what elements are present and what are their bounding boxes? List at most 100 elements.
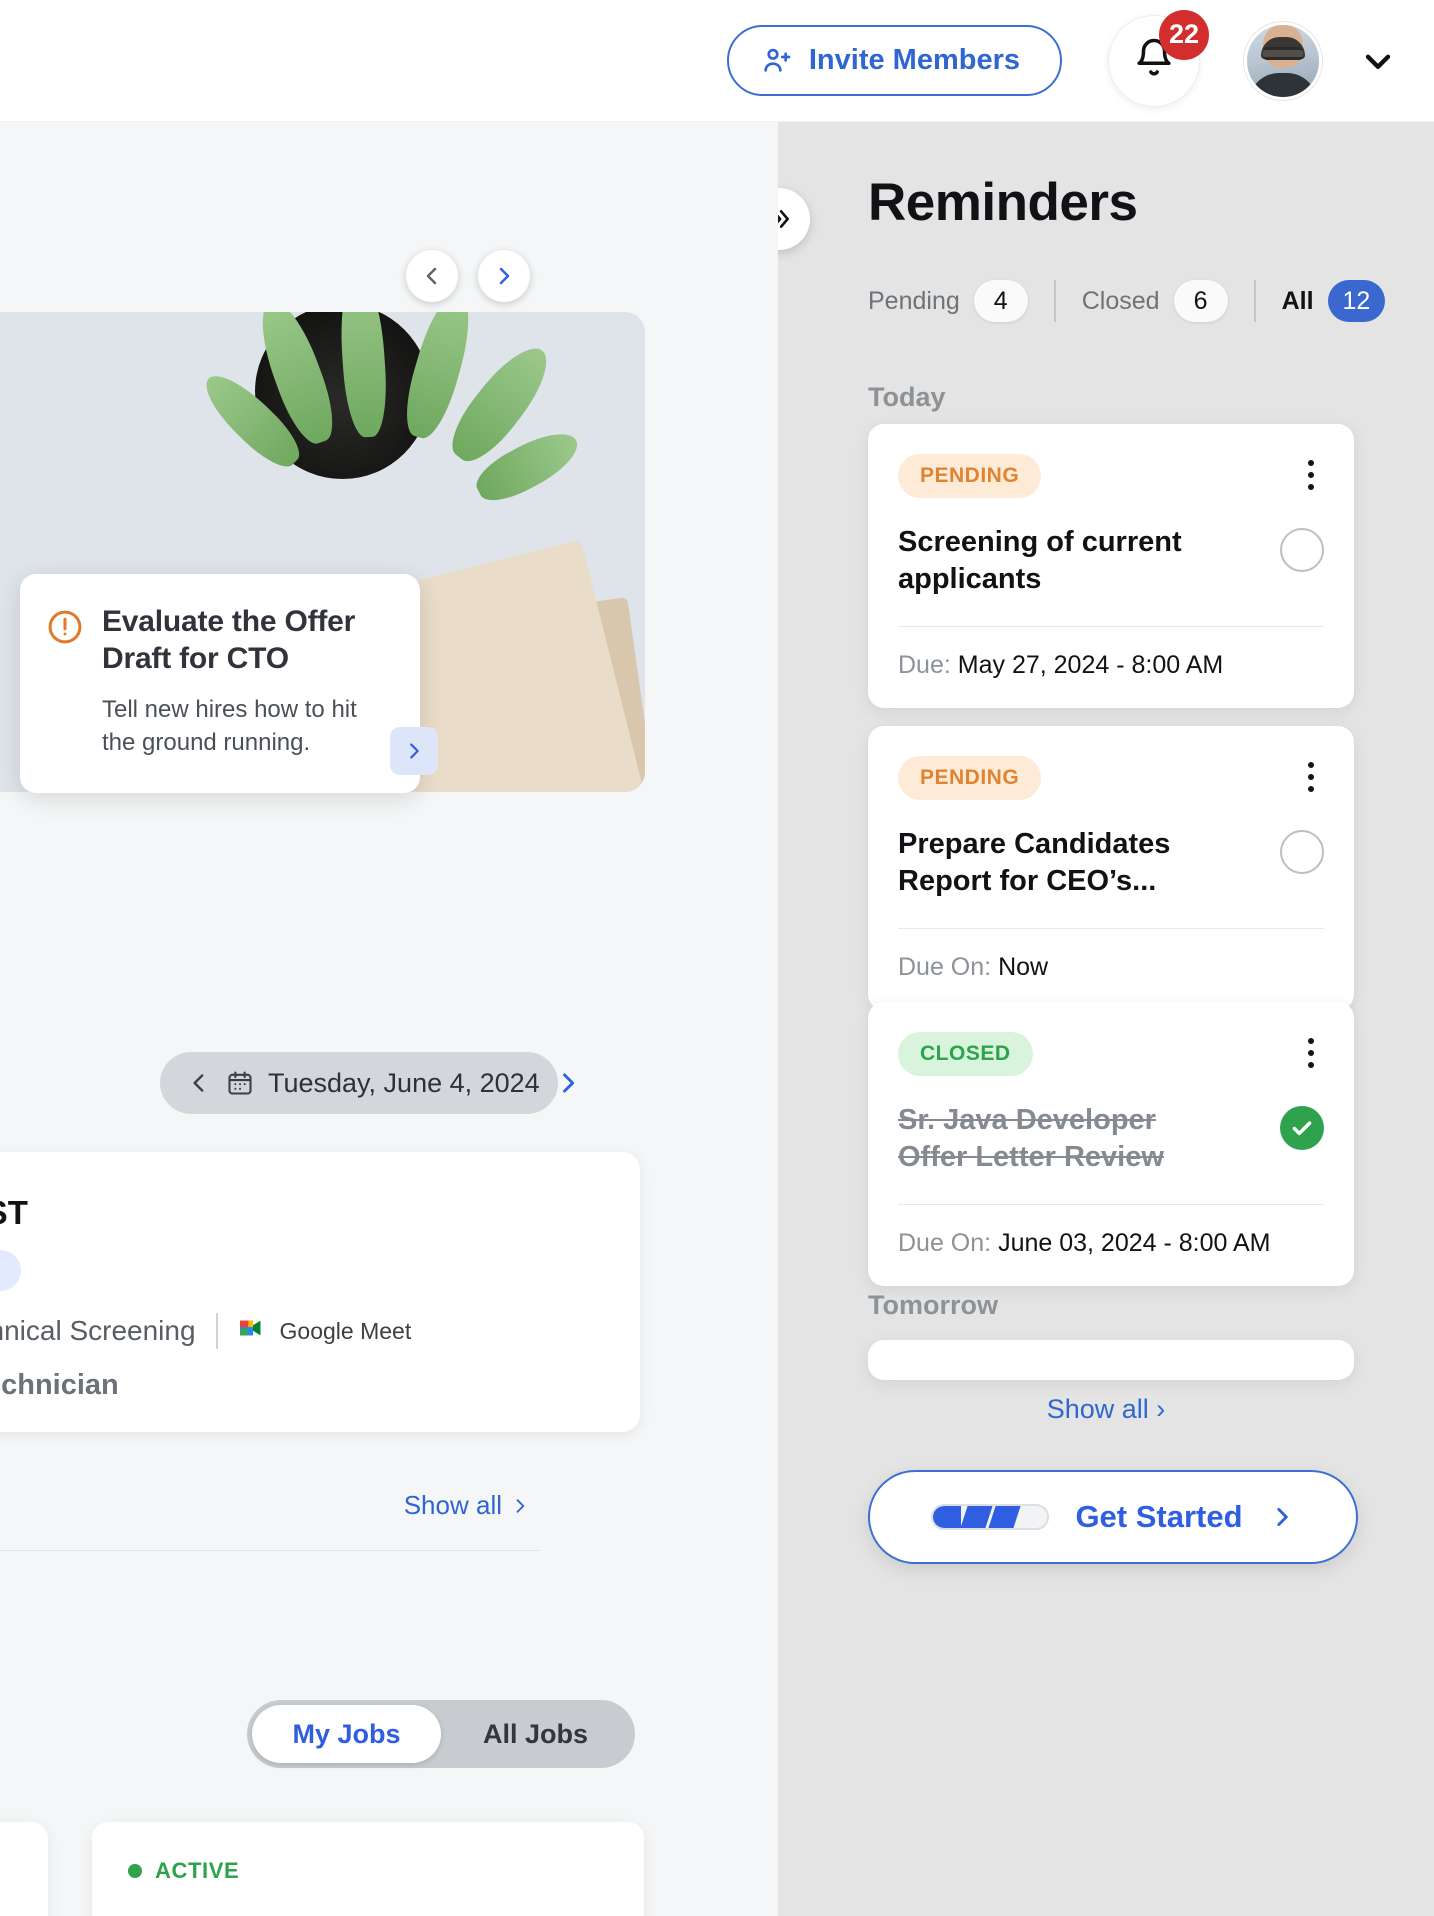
get-started-button[interactable]: Get Started: [868, 1470, 1358, 1564]
divider: [1053, 280, 1056, 322]
job-status-label: ACTIVE: [155, 1858, 240, 1883]
filter-closed[interactable]: Closed 6: [1082, 280, 1228, 322]
meeting-role: port Technician: [0, 1369, 119, 1401]
reminder-complete-toggle[interactable]: [1280, 1106, 1324, 1150]
person-add-icon: [761, 45, 793, 77]
section-label-today: Today: [868, 382, 946, 412]
divider: [898, 626, 1324, 628]
reminder-due: Due On: Now: [898, 953, 1324, 982]
kebab-menu-icon[interactable]: [1298, 454, 1324, 496]
status-badge: PENDING: [898, 756, 1042, 800]
status-badge: PENDING: [898, 454, 1042, 498]
notification-count-badge: 22: [1159, 9, 1209, 60]
status-badge: ACTIVE: [128, 1858, 608, 1884]
kebab-menu-icon[interactable]: [1298, 756, 1324, 798]
meeting-type-badge: SMENT: [0, 1250, 21, 1291]
reminder-title: Screening of current applicants: [898, 526, 1182, 596]
filter-closed-label: Closed: [1081, 286, 1160, 315]
job-card-previous[interactable]: [0, 1822, 48, 1916]
reminder-due-label: Due On:: [898, 953, 992, 982]
filter-all-label: All: [1281, 286, 1314, 315]
reminder-card[interactable]: PENDING Screening of current applicants …: [868, 424, 1354, 709]
alert-circle-icon: [46, 604, 84, 759]
reminder-complete-toggle[interactable]: [1280, 528, 1324, 572]
chevron-right-icon: [562, 1073, 574, 1093]
reminder-due-value: Now: [998, 953, 1049, 982]
offer-card-title: Evaluate the Offer Draft for CTO: [102, 605, 356, 675]
filter-pending-label: Pending: [868, 286, 960, 315]
top-bar: Invite Members 22: [0, 0, 1434, 122]
reminders-pane: Reminders Pending 4 Closed 6 All 12 Toda…: [778, 122, 1434, 1916]
filter-closed-count: 6: [1173, 280, 1228, 322]
reminder-due-label: Due:: [898, 651, 951, 680]
chevron-right-icon: [499, 267, 510, 285]
chevron-down-icon[interactable]: [1358, 41, 1398, 81]
date-prev-button[interactable]: [186, 1070, 212, 1096]
avatar[interactable]: [1244, 21, 1322, 100]
reminders-show-all-link[interactable]: Show all ›: [778, 1394, 1434, 1425]
job-card[interactable]: ACTIVE Staff HR Representative - Remote: [92, 1822, 644, 1916]
chevron-left-icon: [193, 1074, 204, 1092]
divider: [0, 1550, 540, 1551]
reminder-card[interactable]: CLOSED Sr. Java Developer Offer Letter R…: [868, 1002, 1354, 1287]
check-icon: [1292, 1121, 1312, 1136]
chevron-right-icon: [410, 743, 419, 759]
kebab-menu-icon[interactable]: [1298, 1032, 1324, 1074]
left-content-pane: Evaluate the Offer Draft for CTO Tell ne…: [0, 122, 778, 1916]
tab-all-jobs[interactable]: All Jobs: [441, 1705, 630, 1763]
chevron-right-icon: [516, 1498, 525, 1513]
offer-card-subtitle: Tell new hires how to hit the ground run…: [102, 696, 357, 757]
meeting-card[interactable]: pm EST SMENT h - Technical Screening: [0, 1152, 640, 1432]
hero-next-button[interactable]: [478, 250, 530, 302]
filter-all[interactable]: All 12: [1282, 280, 1386, 322]
reminder-card[interactable]: PENDING Prepare Candidates Report for CE…: [868, 726, 1354, 1011]
reminder-filter-tabs: Pending 4 Closed 6 All 12: [868, 280, 1386, 322]
calendar-icon: [226, 1069, 254, 1097]
reminder-due-label: Due On:: [898, 1229, 992, 1258]
status-dot-icon: [128, 1864, 142, 1878]
google-meet-label: Google Meet: [279, 1317, 412, 1344]
chevron-right-icon: [1276, 1508, 1288, 1526]
reminder-title: Sr. Java Developer Offer Letter Review: [898, 1104, 1164, 1174]
get-started-label: Get Started: [1075, 1499, 1243, 1534]
collapse-panel-button[interactable]: [778, 188, 810, 250]
offer-card-next-button[interactable]: [390, 727, 438, 776]
app-root: Invite Members 22 Evaluate the Offer Dra…: [0, 0, 1434, 1916]
google-meet-icon: [238, 1315, 268, 1348]
divider: [898, 928, 1324, 930]
filter-pending-count: 4: [973, 280, 1028, 322]
show-all-label: Show all: [403, 1490, 502, 1520]
invite-members-label: Invite Members: [808, 44, 1020, 76]
meeting-time: pm EST: [0, 1194, 28, 1231]
hero-prev-button[interactable]: [406, 250, 458, 302]
divider: [1253, 280, 1256, 322]
filter-pending[interactable]: Pending 4: [868, 280, 1028, 322]
chevron-left-icon: [426, 267, 437, 285]
onboarding-progress-bar: [931, 1504, 1050, 1530]
chevron-double-right-icon: [778, 210, 789, 228]
reminder-due: Due: May 27, 2024 - 8:00 AM: [898, 651, 1324, 680]
hero-carousel-nav: [406, 250, 530, 302]
date-next-button[interactable]: [554, 1069, 582, 1097]
date-picker-value: Tuesday, June 4, 2024: [268, 1067, 540, 1098]
tab-my-jobs[interactable]: My Jobs: [252, 1705, 441, 1763]
divider: [215, 1313, 218, 1349]
section-label-tomorrow: Tomorrow: [868, 1290, 998, 1320]
reminder-complete-toggle[interactable]: [1280, 830, 1324, 874]
reminder-due-value: June 03, 2024 - 8:00 AM: [998, 1229, 1271, 1258]
reminder-due: Due On: June 03, 2024 - 8:00 AM: [898, 1229, 1324, 1258]
jobs-scope-toggle[interactable]: My Jobs All Jobs: [247, 1700, 635, 1768]
schedule-show-all-link[interactable]: Show all: [404, 1490, 530, 1521]
date-picker[interactable]: Tuesday, June 4, 2024: [160, 1052, 574, 1114]
offer-draft-card[interactable]: Evaluate the Offer Draft for CTO Tell ne…: [20, 574, 438, 794]
reminder-title: Prepare Candidates Report for CEO’s...: [898, 828, 1171, 898]
invite-members-button[interactable]: Invite Members: [726, 25, 1062, 96]
meeting-title: h - Technical Screening: [0, 1315, 196, 1346]
filter-all-count: 12: [1327, 280, 1386, 322]
reminder-due-value: May 27, 2024 - 8:00 AM: [957, 651, 1224, 680]
reminder-card-partial[interactable]: [868, 1340, 1354, 1380]
page-title: Reminders: [868, 173, 1138, 232]
notifications-button[interactable]: 22: [1108, 9, 1209, 107]
status-badge: CLOSED: [898, 1032, 1033, 1076]
google-meet-link[interactable]: Google Meet: [238, 1315, 412, 1348]
